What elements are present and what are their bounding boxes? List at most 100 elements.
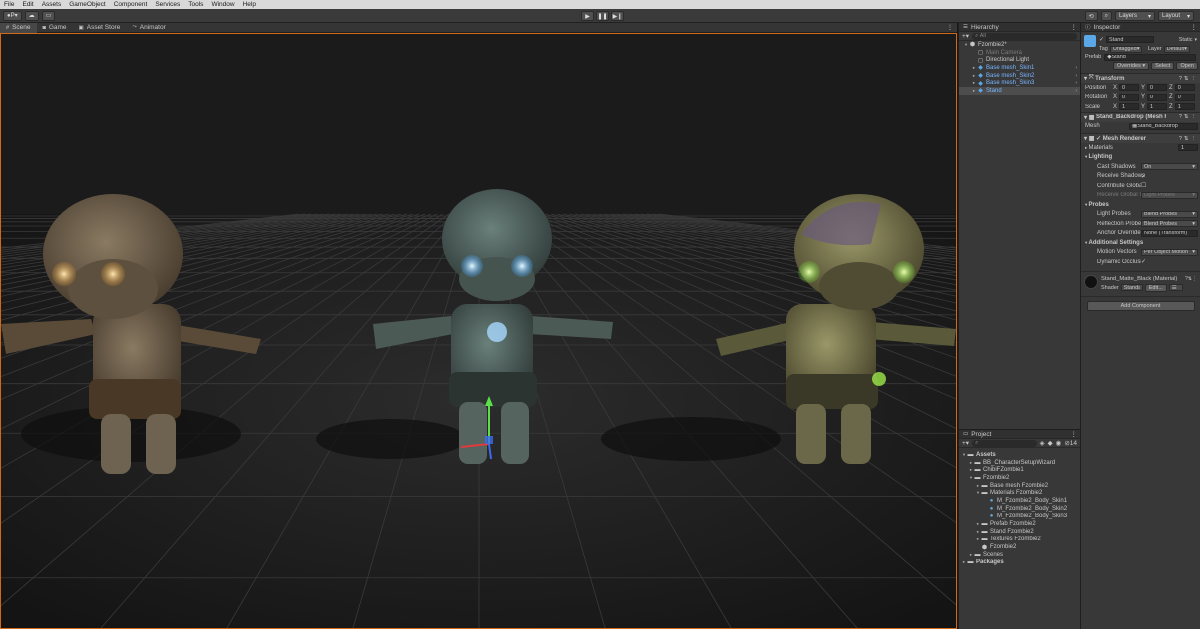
account-button[interactable]: ● P ▾ [3, 10, 22, 21]
history-icon[interactable]: ⟲ [1084, 11, 1098, 21]
contribute-gi-checkbox[interactable]: ☐ [1141, 182, 1146, 189]
play-button[interactable]: ▶ [581, 11, 594, 21]
scale-x-input[interactable]: 1 [1119, 103, 1140, 111]
open-prefab-icon[interactable]: › [1075, 80, 1077, 86]
hierarchy-item[interactable]: ▾ ⬢ Fzombie2* [959, 41, 1080, 49]
project-tab[interactable]: ▭ Project ⋮ [959, 430, 1080, 439]
scale-y-input[interactable]: 1 [1147, 103, 1168, 111]
active-checkbox[interactable]: ✓ [1099, 36, 1104, 43]
project-item[interactable]: ⬢ Fzombie2 [959, 543, 1080, 551]
rotation-z-input[interactable]: 0 [1174, 93, 1195, 101]
mesh-filter-header[interactable]: ▾ ▦ Stand_Backdrop (Mesh Filter)?⇅⋮ [1081, 111, 1200, 122]
tab-scene[interactable]: # Scene [0, 22, 37, 33]
cast-shadows-dropdown[interactable]: On ▾ [1141, 163, 1198, 171]
menu-item-gameobject[interactable]: GameObject [65, 1, 110, 8]
anchor-override-field[interactable]: None (Transform) [1141, 229, 1198, 237]
reflection-probes-dropdown[interactable]: Blend Probes ▾ [1141, 220, 1198, 228]
hierarchy-item[interactable]: ◻ Directional Light [959, 56, 1080, 64]
search-icon[interactable]: ⌕ [1100, 11, 1112, 21]
filter-icon[interactable]: ◈ [1040, 439, 1045, 447]
axis-label-x[interactable]: X [1113, 104, 1117, 110]
hierarchy-item[interactable]: ◻ Main Camera [959, 49, 1080, 57]
axis-label-z[interactable]: Z [1169, 85, 1173, 91]
hierarchy-item[interactable]: ▸ ◆ Base mesh_Skin3 › [959, 79, 1080, 87]
project-item[interactable]: ▸ ▬ BB_CharacterSetupWizard [959, 459, 1080, 467]
eye-icon[interactable]: ◉ [1056, 439, 1062, 447]
axis-label-x[interactable]: X [1113, 94, 1117, 100]
hierarchy-item[interactable]: ▸ ◆ Stand › [959, 87, 1080, 95]
add-icon[interactable]: +▾ [962, 439, 969, 447]
project-item[interactable]: ▸ ▬ Textures Fzombie2 [959, 536, 1080, 544]
material-options-icon[interactable]: ?⇅⋮ [1185, 276, 1197, 282]
hierarchy-item[interactable]: ▸ ◆ Base mesh_Skin2 › [959, 72, 1080, 80]
project-item[interactable]: ▾ ▬ Fzombie2 [959, 474, 1080, 482]
layout-dropdown[interactable]: Layout ▾ [1158, 11, 1194, 21]
overrides-button[interactable]: Overrides ▾ [1113, 62, 1150, 70]
open-prefab-icon[interactable]: › [1075, 65, 1077, 71]
open-prefab-icon[interactable]: › [1075, 73, 1077, 79]
mesh-renderer-header[interactable]: ▾ ▦ ✓ Mesh Renderer ?⇅⋮ [1081, 133, 1200, 143]
dynamic-occlusion-checkbox[interactable]: ✓ [1141, 258, 1146, 265]
axis-label-y[interactable]: Y [1141, 85, 1145, 91]
position-z-input[interactable]: 0 [1174, 84, 1195, 92]
more-options-icon[interactable]: ⋮ [1071, 23, 1078, 31]
mesh-field[interactable]: ▦ Stand_Backdrop [1129, 122, 1198, 130]
position-y-input[interactable]: 0 [1147, 84, 1168, 92]
select-button[interactable]: Select [1151, 62, 1175, 70]
add-icon[interactable]: +▾ [962, 32, 969, 40]
project-item[interactable]: ▾ ▬ Materials Fzombie2 [959, 489, 1080, 497]
open-button[interactable]: Open [1176, 62, 1198, 70]
more-options-icon[interactable]: ⋮ [947, 24, 953, 31]
project-item[interactable]: ▾ ▬ Assets [959, 451, 1080, 459]
hierarchy-search-input[interactable]: ⌕ All [972, 32, 1077, 40]
probes-foldout[interactable]: ▾ Probes [1081, 200, 1200, 210]
tab-game[interactable]: ◙ Game [37, 23, 73, 33]
shader-dropdown[interactable]: Standard [1120, 284, 1143, 291]
light-probes-dropdown[interactable]: Blend Probes ▾ [1141, 210, 1198, 218]
static-dropdown[interactable]: ▾ [1194, 37, 1197, 43]
lighting-foldout[interactable]: ▾ Lighting [1081, 153, 1200, 163]
menu-item-tools[interactable]: Tools [184, 1, 207, 8]
edit-shader-button[interactable]: Edit... [1144, 283, 1167, 292]
motion-vectors-dropdown[interactable]: Per Object Motion ▾ [1141, 248, 1198, 256]
more-options-icon[interactable]: ⋮ [1191, 23, 1198, 31]
menu-item-assets[interactable]: Assets [38, 1, 66, 8]
receive-shadows-checkbox[interactable]: ✓ [1141, 173, 1146, 180]
transform-header[interactable]: ▾ ⤧ Transform ?⇅⋮ [1081, 73, 1200, 83]
menu-item-help[interactable]: Help [239, 1, 260, 8]
project-item[interactable]: ▸ ▬ Packages [959, 559, 1080, 567]
collab-button[interactable]: ▭ [41, 10, 56, 21]
axis-label-z[interactable]: Z [1169, 94, 1173, 100]
object-name-input[interactable]: Stand [1106, 36, 1155, 43]
project-item[interactable]: ▸ ▬ Stand Fzombie2 [959, 528, 1080, 536]
layer-dropdown[interactable]: Default ▾ [1163, 45, 1190, 53]
tag-dropdown[interactable]: Untagged ▾ [1109, 45, 1142, 53]
axis-label-y[interactable]: Y [1141, 94, 1145, 100]
menu-item-window[interactable]: Window [207, 1, 238, 8]
project-item[interactable]: ● M_Fzombie2_Body_Skin1 [959, 497, 1080, 505]
tab-animator[interactable]: ⤳ Animator [126, 23, 171, 33]
axis-label-x[interactable]: X [1113, 85, 1117, 91]
project-item[interactable]: ▸ ▬ ChibiFZombie1 [959, 466, 1080, 474]
additional-settings-foldout[interactable]: ▾ Additional Settings [1081, 238, 1200, 248]
project-item[interactable]: ▸ ▬ Scenes [959, 551, 1080, 559]
rotation-y-input[interactable]: 0 [1147, 93, 1168, 101]
materials-row[interactable]: ▸ Materials 1 [1081, 143, 1200, 153]
menu-item-file[interactable]: File [0, 1, 18, 8]
scale-z-input[interactable]: 1 [1174, 103, 1195, 111]
scene-viewport[interactable] [0, 33, 957, 629]
axis-label-y[interactable]: Y [1141, 104, 1145, 110]
open-prefab-icon[interactable]: › [1075, 88, 1077, 94]
axis-label-z[interactable]: Z [1169, 104, 1173, 110]
cloud-icon[interactable]: ☁ [24, 10, 39, 21]
hierarchy-tab[interactable]: ☰ Hierarchy ⋮ [959, 23, 1080, 32]
menu-item-services[interactable]: Services [151, 1, 184, 8]
project-item[interactable]: ● M_Fzombie2_Body_Skin2 [959, 505, 1080, 513]
menu-item-component[interactable]: Component [110, 1, 152, 8]
label-icon[interactable]: ◆ [1048, 439, 1053, 447]
inspector-tab[interactable]: ⓘ Inspector ⋮ [1081, 23, 1200, 32]
hierarchy-item[interactable]: ▸ ◆ Base mesh_Skin1 › [959, 64, 1080, 72]
menu-item-edit[interactable]: Edit [18, 1, 37, 8]
shader-menu-dropdown[interactable]: ☰ [1168, 284, 1183, 291]
position-x-input[interactable]: 0 [1119, 84, 1140, 92]
